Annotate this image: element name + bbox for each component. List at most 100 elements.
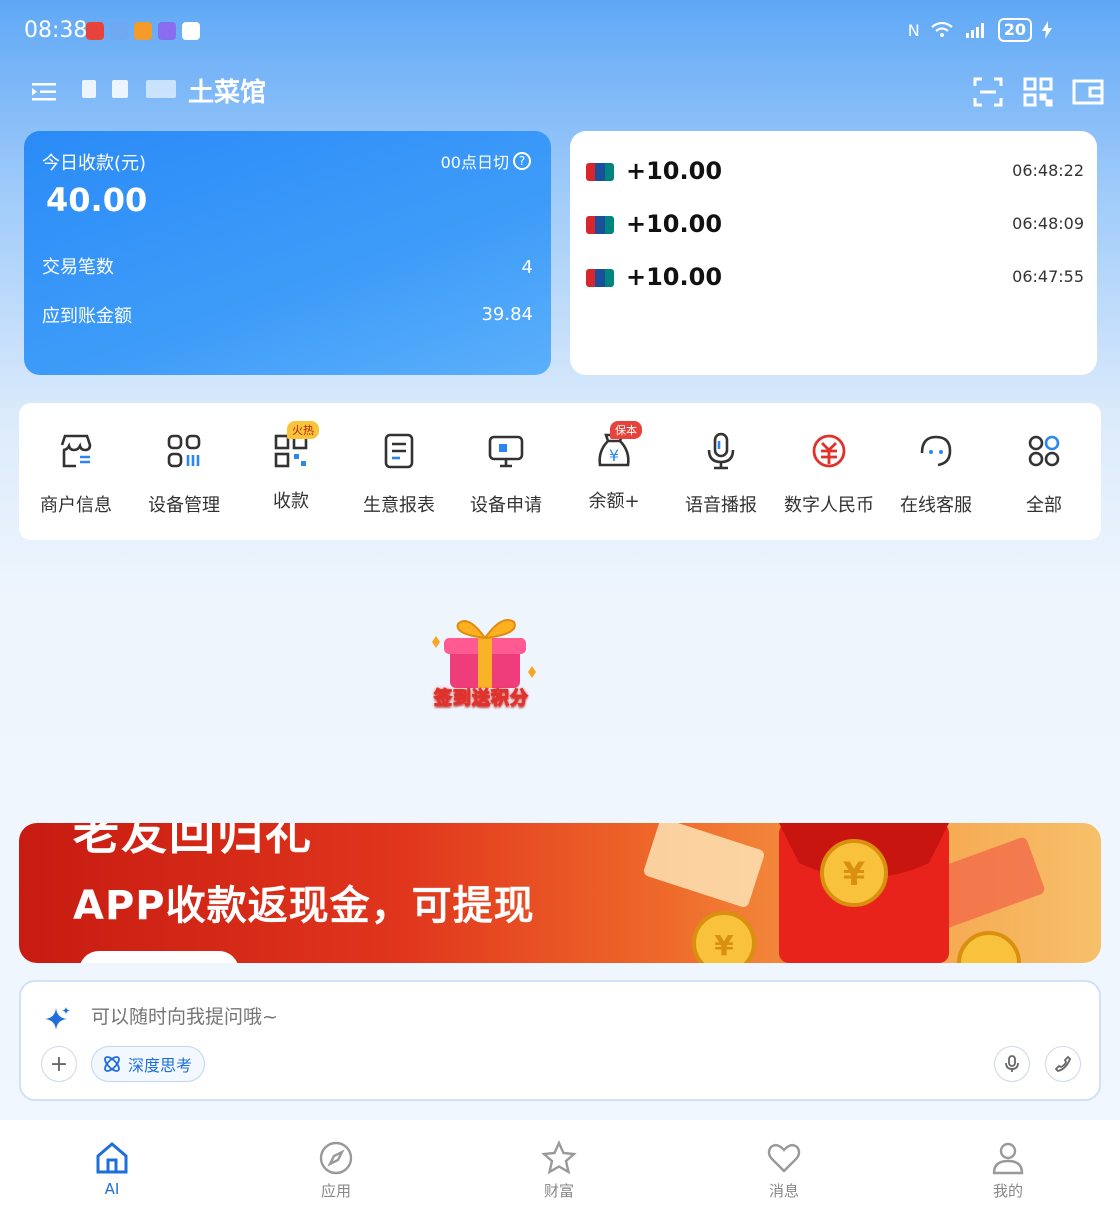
menu-voice-broadcast[interactable]: 语音播报 (667, 431, 775, 517)
svg-text:¥: ¥ (609, 446, 619, 465)
deep-think-button[interactable]: 深度思考 (91, 1046, 206, 1082)
tab-apps[interactable]: 应用 (286, 1140, 386, 1201)
notification-app-icon (134, 22, 152, 40)
daily-cutoff[interactable]: 00点日切 ? (441, 149, 531, 173)
qr-code-icon-wrap: 火热 (271, 421, 319, 471)
redacted-shop-name (146, 80, 176, 98)
transaction-amount: +10.00 (626, 263, 723, 291)
ask-input[interactable] (91, 1006, 891, 1028)
settle-amount-label: 应到账金额 (42, 306, 132, 327)
voice-input-button[interactable] (994, 1046, 1030, 1082)
red-envelope-illustration: ¥ ¥ (643, 823, 1045, 963)
header-actions (972, 76, 1104, 108)
user-icon (992, 1142, 1024, 1175)
call-button[interactable] (1045, 1046, 1081, 1082)
menu-business-report[interactable]: 生意报表 (345, 431, 453, 517)
sparkle-icon (45, 1007, 70, 1030)
scan-icon[interactable] (972, 76, 1004, 108)
menu-balance-plus[interactable]: ¥ 保本 余额+ (560, 421, 668, 513)
tab-ai[interactable]: AI (62, 1140, 162, 1198)
unionpay-icon (586, 163, 614, 181)
today-amount: 40.00 (46, 181, 148, 219)
status-right: N 20 (908, 18, 1052, 42)
tab-wealth[interactable]: 财富 (509, 1140, 609, 1201)
monitor-icon (488, 435, 524, 468)
shop-name[interactable]: 土菜馆 (188, 72, 266, 109)
hot-badge: 火热 (287, 421, 319, 439)
all-apps-icon (1028, 435, 1060, 467)
status-time: 08:38 (24, 18, 88, 43)
menu-device-management[interactable]: 设备管理 (130, 431, 238, 517)
transaction-row[interactable]: +10.00 06:47:55 (586, 259, 1084, 299)
nfc-icon: N (907, 20, 920, 40)
heart-icon (767, 1143, 801, 1173)
promo-banner[interactable]: 老友回归礼 APP收款返现金，可提现 ¥ ¥ (19, 823, 1101, 963)
tx-count-value: 4 (521, 257, 533, 278)
compass-icon (319, 1141, 353, 1175)
today-receipts-card[interactable]: 今日收款(元) 00点日切 ? 40.00 交易笔数 4 应到账金额 39.84 (24, 131, 551, 375)
notification-app-icon (182, 22, 200, 40)
menu-label: 数字人民币 (784, 495, 874, 516)
unionpay-icon (586, 269, 614, 287)
transaction-amount: +10.00 (626, 157, 723, 185)
battery-indicator: 20 (997, 18, 1032, 42)
digital-rmb-icon (812, 434, 846, 468)
transaction-time: 06:47:55 (1012, 267, 1084, 286)
menu-all[interactable]: 全部 (990, 431, 1098, 517)
phone-icon (1054, 1055, 1072, 1072)
notification-icons (86, 22, 200, 40)
menu-label: 设备管理 (148, 495, 220, 516)
atom-icon (104, 1056, 120, 1072)
svg-text:¥: ¥ (843, 855, 865, 893)
money-bag-icon-wrap: ¥ 保本 (594, 421, 642, 471)
tab-label: 消息 (768, 1182, 799, 1200)
tab-messages[interactable]: 消息 (734, 1140, 834, 1201)
customer-service-icon (920, 435, 952, 467)
transaction-row[interactable]: +10.00 06:48:09 (586, 206, 1084, 246)
banner-action-pill[interactable] (79, 951, 239, 963)
menu-label: 生意报表 (363, 495, 435, 516)
tab-label: 应用 (320, 1182, 351, 1200)
add-button[interactable]: + (41, 1046, 77, 1082)
transaction-row[interactable]: +10.00 06:48:22 (586, 153, 1084, 193)
tab-label: AI (104, 1180, 120, 1198)
home-icon (96, 1142, 128, 1174)
capital-guarantee-badge: 保本 (610, 421, 642, 439)
today-receipts-title: 今日收款(元) (42, 153, 147, 174)
ai-ask-box: + 深度思考 (19, 980, 1101, 1101)
sign-in-gift-button[interactable]: 签到送积分 (428, 610, 540, 714)
device-grid-icon (167, 434, 201, 468)
wallet-icon[interactable] (1072, 76, 1104, 108)
menu-label: 全部 (1026, 495, 1062, 516)
notification-app-icon (86, 22, 104, 40)
status-bar: 08:38 N 20 (0, 0, 1120, 64)
bottom-tab-bar: AI 应用 财富 消息 我的 (0, 1120, 1120, 1220)
banner-title: 老友回归礼 (73, 823, 313, 860)
redacted-shop-name (112, 80, 128, 98)
menu-device-application[interactable]: 设备申请 (452, 431, 560, 517)
star-icon (541, 1140, 577, 1175)
menu-label: 商户信息 (40, 495, 112, 516)
transaction-time: 06:48:22 (1012, 161, 1084, 180)
menu-label: 余额+ (588, 491, 640, 512)
menu-digital-rmb[interactable]: 数字人民币 (775, 431, 883, 517)
qr-code-icon[interactable] (1022, 76, 1054, 108)
recent-transactions-card[interactable]: +10.00 06:48:22 +10.00 06:48:09 +10.00 0… (570, 131, 1097, 375)
redacted-shop-name (82, 80, 96, 98)
help-icon[interactable]: ? (513, 152, 531, 170)
microphone-icon (707, 432, 735, 470)
menu-online-service[interactable]: 在线客服 (882, 431, 990, 517)
menu-label: 语音播报 (685, 495, 757, 516)
tab-label: 财富 (543, 1182, 574, 1200)
menu-receive-payment[interactable]: 火热 收款 (237, 421, 345, 513)
notification-app-icon (158, 22, 176, 40)
menu-merchant-info[interactable]: 商户信息 (22, 431, 130, 517)
plus-icon: + (49, 1051, 69, 1077)
tx-count-label: 交易笔数 (42, 257, 114, 278)
menu-icon[interactable] (30, 78, 58, 106)
tab-me[interactable]: 我的 (958, 1140, 1058, 1201)
menu-label: 设备申请 (470, 495, 542, 516)
report-icon (384, 433, 414, 469)
microphone-icon (1005, 1055, 1019, 1072)
signal-icon (965, 23, 984, 38)
